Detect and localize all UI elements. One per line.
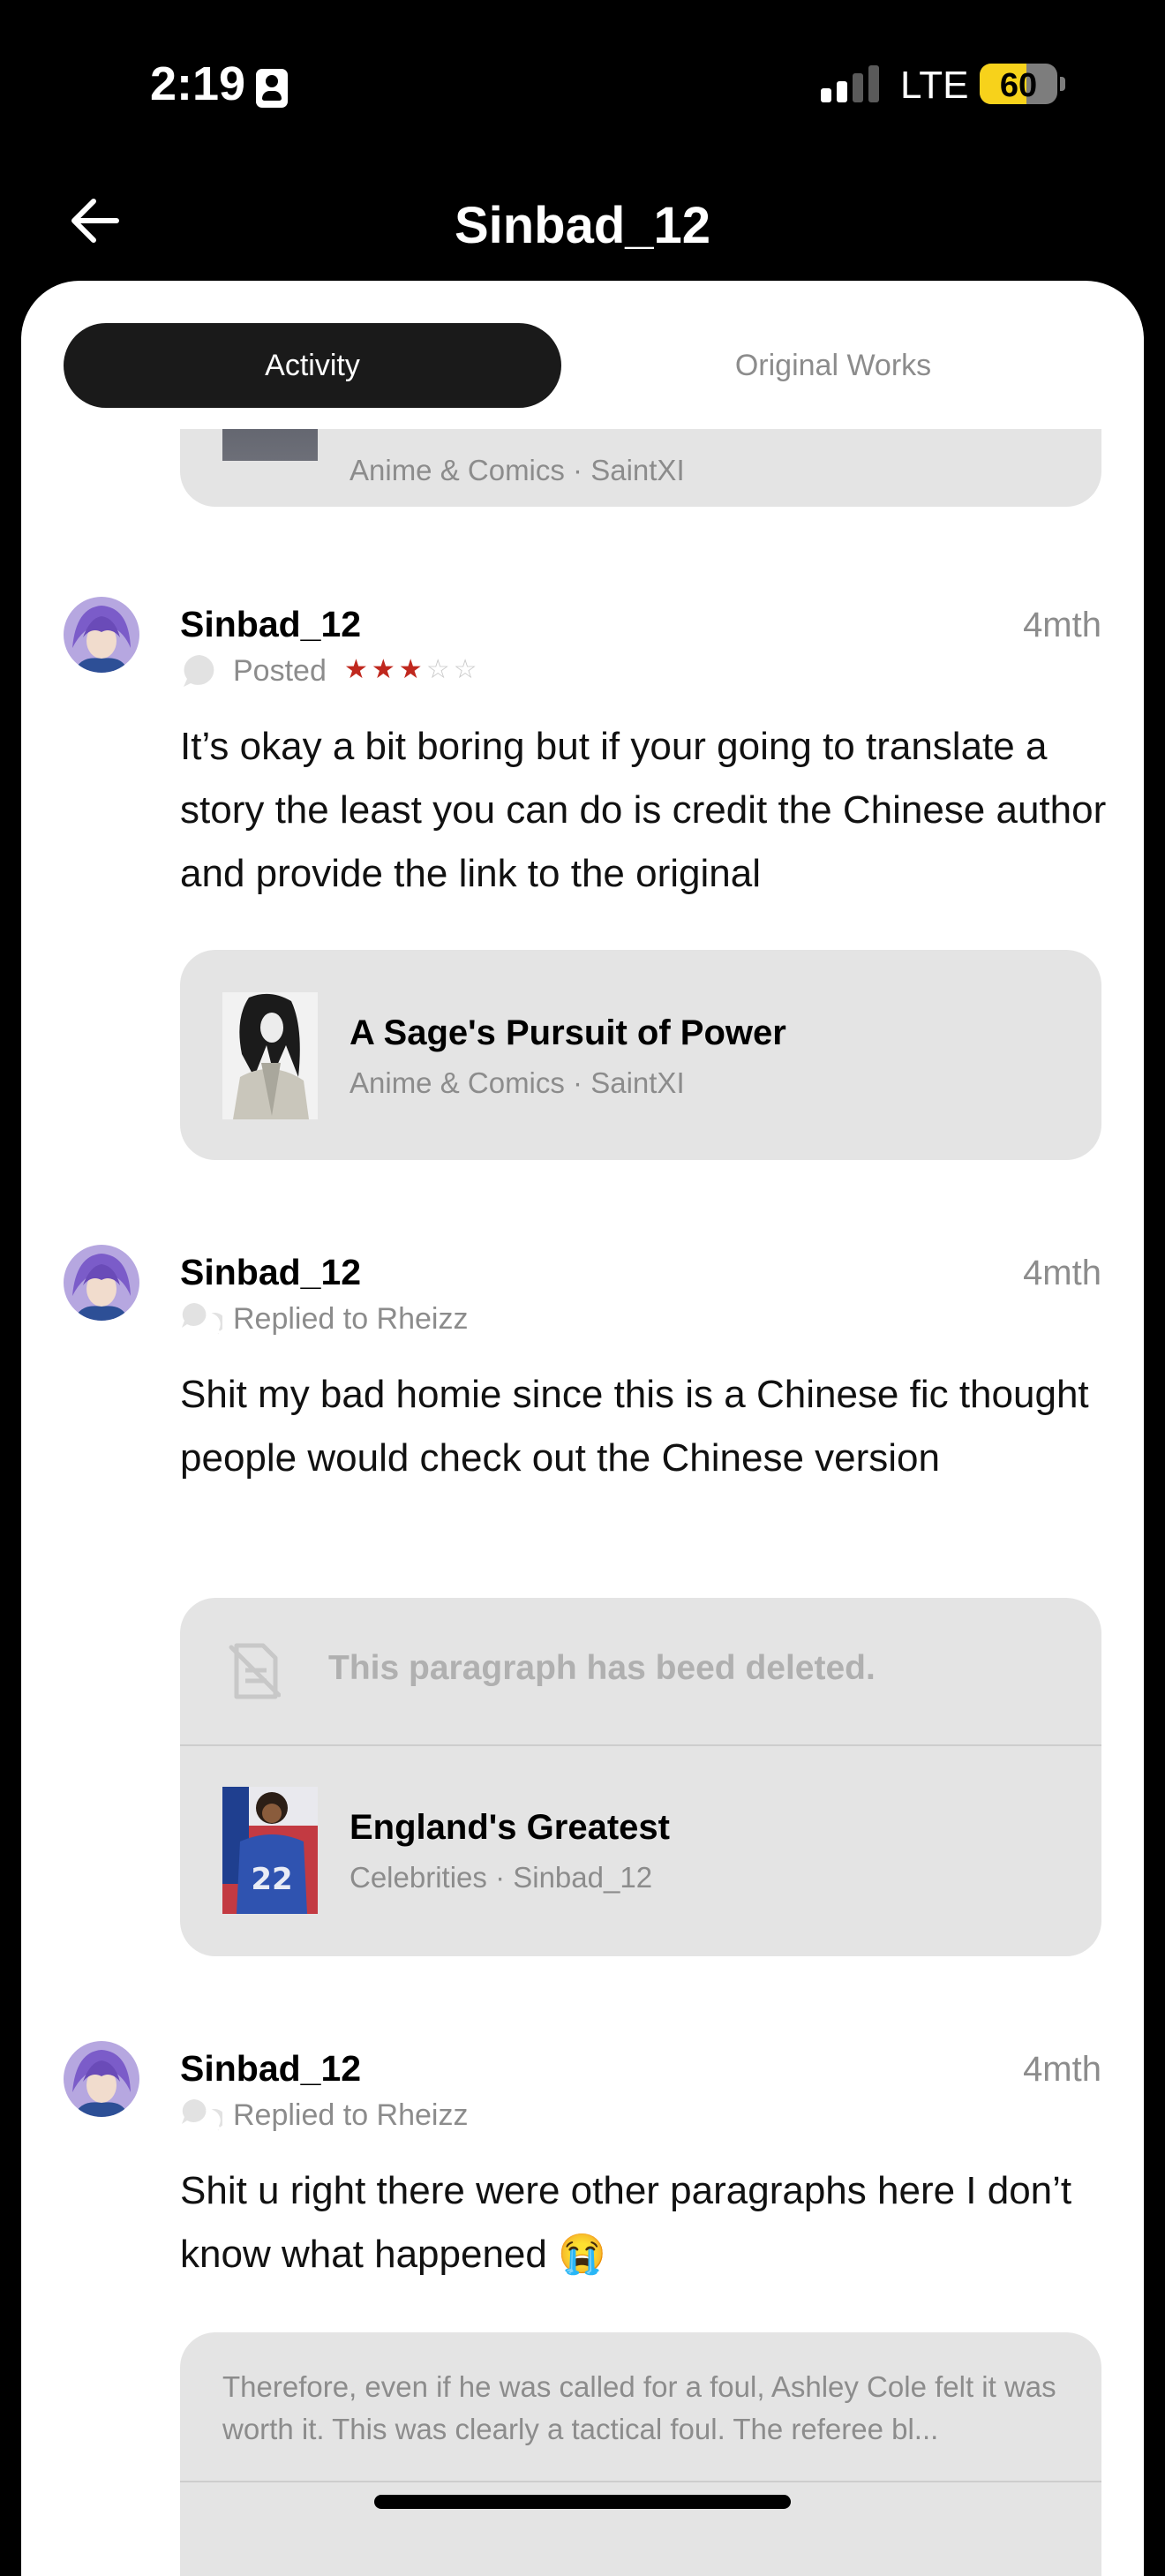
signal-bar xyxy=(837,81,847,102)
work-cover xyxy=(222,429,318,461)
status-time: 2:19 xyxy=(150,57,246,110)
work-card-partial[interactable]: Anime & Comics · SaintXI xyxy=(180,429,1101,507)
avatar-image xyxy=(64,597,139,673)
work-author: Sinbad_12 xyxy=(513,1861,653,1894)
work-cover xyxy=(222,992,318,1119)
work-author: SaintXI xyxy=(590,1066,685,1099)
reply-bubbles-icon xyxy=(182,2099,222,2135)
avatar-image xyxy=(64,2041,139,2117)
work-category: Celebrities xyxy=(350,1861,487,1894)
username[interactable]: Sinbad_12 xyxy=(180,2048,361,2090)
contact-card-icon xyxy=(256,69,288,108)
jersey-number: 22 xyxy=(251,1862,292,1897)
cellular-signal-icon xyxy=(821,64,881,102)
action-label: Replied to Rheizz xyxy=(233,1302,469,1336)
work-category: Anime & Comics xyxy=(350,454,565,486)
tab-bar: Activity Original Works xyxy=(64,323,1105,408)
work-title: England's Greatest xyxy=(350,1808,670,1847)
work-meta: Anime & Comics · SaintXI xyxy=(350,454,685,486)
quoted-card[interactable]: Therefore, even if he was called for a f… xyxy=(180,2332,1101,2576)
timestamp: 4mth xyxy=(1023,606,1101,644)
content-sheet: Activity Original Works Anime & Comics ·… xyxy=(21,281,1144,2576)
work-title: A Sage's Pursuit of Power xyxy=(350,1013,786,1052)
tab-activity[interactable]: Activity xyxy=(64,323,561,408)
home-indicator[interactable] xyxy=(374,2495,791,2509)
work-card[interactable]: A Sage's Pursuit of Power Anime & Comics… xyxy=(180,950,1101,1160)
card-divider xyxy=(180,2481,1101,2482)
network-type: LTE xyxy=(900,64,969,107)
status-bar: 2:19 LTE 60 xyxy=(0,0,1165,168)
battery-tip xyxy=(1060,77,1065,91)
deleted-notice: This paragraph has beed deleted. xyxy=(328,1649,876,1687)
reply-bubbles-icon xyxy=(182,1303,222,1338)
signal-bar xyxy=(821,88,831,102)
avatar[interactable] xyxy=(64,1245,139,1321)
page-title: Sinbad_12 xyxy=(454,197,711,254)
tab-original-works[interactable]: Original Works xyxy=(561,323,1105,408)
signal-bar xyxy=(868,65,879,102)
deleted-document-icon xyxy=(229,1643,281,1699)
avatar[interactable] xyxy=(64,597,139,673)
post-text: Shit my bad homie since this is a Chines… xyxy=(180,1373,1089,1480)
post-text: It’s okay a bit boring but if your going… xyxy=(180,725,1107,895)
battery-icon: 60 xyxy=(980,64,1057,104)
battery-percent: 60 xyxy=(999,67,1038,104)
speech-bubble-icon xyxy=(184,655,214,687)
work-author: SaintXI xyxy=(590,454,685,486)
quoted-card[interactable]: This paragraph has beed deleted. 22 Engl… xyxy=(180,1598,1101,1956)
username[interactable]: Sinbad_12 xyxy=(180,1252,361,1293)
activity-feed[interactable]: Anime & Comics · SaintXI Sinbad_12 4mth xyxy=(21,429,1144,2576)
avatar-image xyxy=(64,1245,139,1321)
timestamp: 4mth xyxy=(1023,1254,1101,1292)
action-label: Replied to Rheizz xyxy=(233,2098,469,2132)
timestamp: 4mth xyxy=(1023,2050,1101,2089)
star-rating: ★★★☆☆ xyxy=(344,655,481,684)
work-cover-image xyxy=(222,992,318,1119)
avatar[interactable] xyxy=(64,2041,139,2117)
action-label: Posted xyxy=(233,654,327,688)
work-meta: Anime & Comics · SaintXI xyxy=(350,1066,685,1099)
deleted-paragraph-row: This paragraph has beed deleted. xyxy=(180,1598,1101,1746)
username[interactable]: Sinbad_12 xyxy=(180,604,361,645)
signal-bar xyxy=(853,73,863,102)
work-category: Anime & Comics xyxy=(350,1066,565,1099)
work-cover-image: 22 xyxy=(222,1787,318,1914)
work-meta: Celebrities · Sinbad_12 xyxy=(350,1861,653,1894)
quoted-paragraph: Therefore, even if he was called for a f… xyxy=(222,2370,1056,2445)
work-cover: 22 xyxy=(222,1787,318,1914)
post-text: Shit u right there were other paragraphs… xyxy=(180,2169,1072,2276)
